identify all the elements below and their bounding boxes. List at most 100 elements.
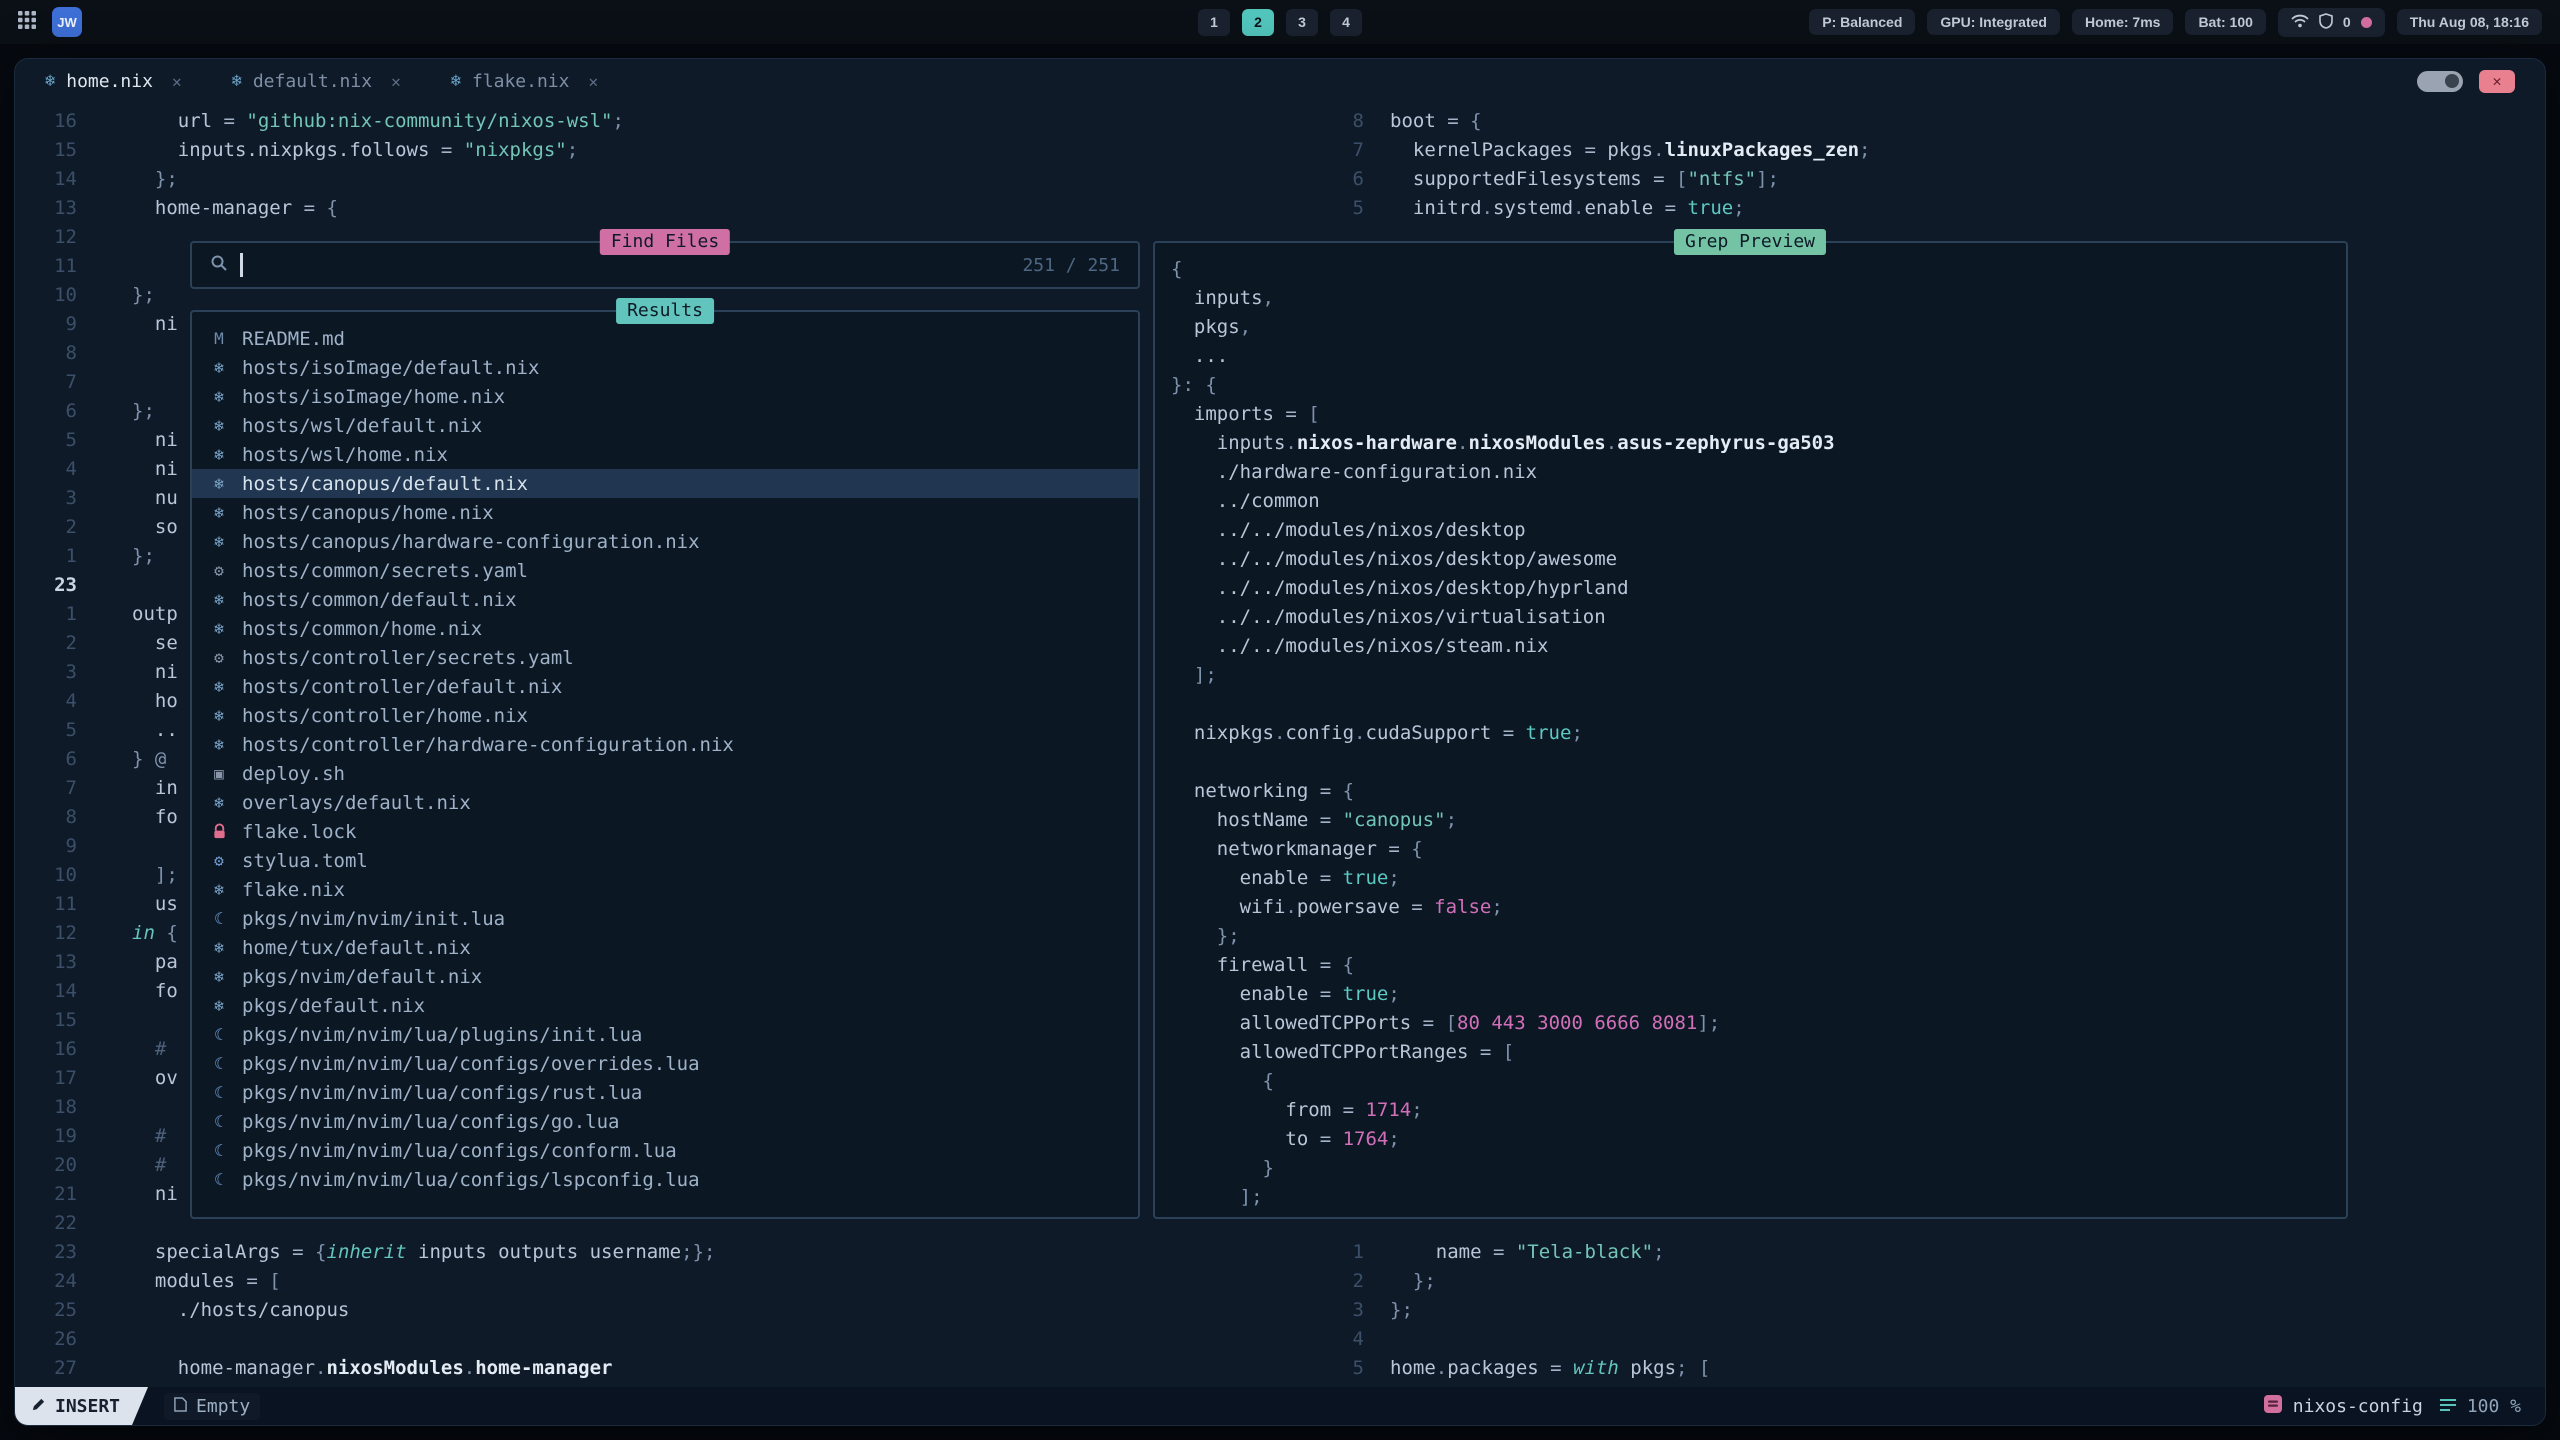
workspace-button-3[interactable]: 3 — [1286, 9, 1318, 36]
result-item[interactable]: ☾pkgs/nvim/nvim/lua/configs/go.lua — [192, 1107, 1138, 1136]
shell-icon: ▣ — [207, 766, 231, 782]
code-text: supportedFilesystems = ["ntfs"]; — [1390, 165, 1779, 194]
code-line: inputs, — [1171, 284, 2346, 313]
results-title: Results — [616, 298, 714, 324]
result-item[interactable]: ❄hosts/isoImage/home.nix — [192, 382, 1138, 411]
result-item[interactable]: ☾pkgs/nvim/nvim/lua/configs/overrides.lu… — [192, 1049, 1138, 1078]
close-tab-icon[interactable]: ✕ — [391, 72, 401, 91]
line-number: 7 — [15, 368, 77, 397]
line-number: 21 — [15, 1180, 77, 1209]
tab-flake.nix[interactable]: ❄flake.nix✕ — [451, 71, 598, 92]
code-text: modules = [ — [132, 1267, 281, 1296]
close-tab-icon[interactable]: ✕ — [589, 72, 599, 91]
result-label: hosts/isoImage/default.nix — [242, 357, 539, 379]
project-indicator: nixos-config — [2263, 1394, 2423, 1419]
workspace-button-2[interactable]: 2 — [1242, 9, 1274, 36]
workspace-button-4[interactable]: 4 — [1330, 9, 1362, 36]
shield-count: 0 — [2343, 14, 2351, 30]
result-item[interactable]: ❄overlays/default.nix — [192, 788, 1138, 817]
result-item[interactable]: ❄pkgs/nvim/default.nix — [192, 962, 1138, 991]
code-text: home-manager = { — [132, 194, 338, 223]
code-text: allowedTCPPorts = [80 443 3000 6666 8081… — [1171, 1009, 1720, 1038]
code-text: fo — [132, 977, 178, 1006]
code-text: ../../modules/nixos/desktop/hyprland — [1171, 574, 1629, 603]
code-line: 1 name = "Tela-black"; — [1330, 1238, 2545, 1267]
line-number: 22 — [15, 1209, 77, 1238]
result-item[interactable]: ⚙hosts/common/secrets.yaml — [192, 556, 1138, 585]
logo-badge[interactable]: JW — [52, 7, 82, 37]
code-text: nu — [132, 484, 178, 513]
result-item[interactable]: ❄hosts/controller/hardware-configuration… — [192, 730, 1138, 759]
result-label: overlays/default.nix — [242, 792, 471, 814]
tab-home.nix[interactable]: ❄home.nix✕ — [45, 71, 182, 92]
code-line: 5home.packages = with pkgs; [ — [1330, 1354, 2545, 1383]
tab-default.nix[interactable]: ❄default.nix✕ — [232, 71, 401, 92]
find-files-results[interactable]: MREADME.md❄hosts/isoImage/default.nix❄ho… — [190, 310, 1140, 1219]
status-chip-1: GPU: Integrated — [1927, 9, 2060, 35]
code-line: 7 kernelPackages = pkgs.linuxPackages_ze… — [1330, 136, 2545, 165]
workspace-button-1[interactable]: 1 — [1198, 9, 1230, 36]
code-line: ../../modules/nixos/steam.nix — [1171, 632, 2346, 661]
grep-preview-pane: { inputs, pkgs, ...}: { imports = [ inpu… — [1153, 241, 2348, 1219]
editor-pane-right-bottom[interactable]: 1 name = "Tela-black";2 };3};45home.pack… — [1330, 1238, 2545, 1383]
line-number: 19 — [15, 1122, 77, 1151]
result-item[interactable]: ❄flake.nix — [192, 875, 1138, 904]
mode-label: INSERT — [55, 1396, 120, 1417]
result-item[interactable]: ❄pkgs/default.nix — [192, 991, 1138, 1020]
result-item[interactable]: ❄hosts/canopus/home.nix — [192, 498, 1138, 527]
code-text: in — [132, 774, 178, 803]
result-item[interactable]: ❄hosts/controller/home.nix — [192, 701, 1138, 730]
code-line: 24 modules = [ — [15, 1267, 1330, 1296]
close-tab-icon[interactable]: ✕ — [172, 72, 182, 91]
app-launcher-icon[interactable] — [18, 11, 36, 33]
code-line: ./hardware-configuration.nix — [1171, 458, 2346, 487]
result-item[interactable]: ☾pkgs/nvim/nvim/lua/plugins/init.lua — [192, 1020, 1138, 1049]
status-chip-2: Home: 7ms — [2072, 9, 2173, 35]
pencil-icon — [31, 1396, 46, 1417]
nix-icon: ❄ — [207, 708, 231, 724]
code-text: networking = { — [1171, 777, 1354, 806]
result-label: deploy.sh — [242, 763, 345, 785]
result-item[interactable]: ❄hosts/common/home.nix — [192, 614, 1138, 643]
result-label: hosts/common/default.nix — [242, 589, 517, 611]
line-number: 4 — [15, 687, 77, 716]
window-toggle-button[interactable] — [2417, 71, 2463, 92]
result-label: hosts/common/home.nix — [242, 618, 482, 640]
result-count: 251 / 251 — [1022, 255, 1120, 276]
result-item[interactable]: ❄hosts/common/default.nix — [192, 585, 1138, 614]
toml-icon: ⚙ — [207, 853, 231, 869]
editor-pane-right-top[interactable]: 8boot = {7 kernelPackages = pkgs.linuxPa… — [1330, 103, 2545, 223]
line-number: 12 — [15, 919, 77, 948]
result-item[interactable]: ☾pkgs/nvim/nvim/lua/configs/rust.lua — [192, 1078, 1138, 1107]
code-line: wifi.powersave = false; — [1171, 893, 2346, 922]
code-text: ]; — [1171, 661, 1217, 690]
lua-icon: ☾ — [207, 1056, 231, 1072]
code-text: ni — [132, 1180, 178, 1209]
terminal-window: ❄home.nix✕❄default.nix✕❄flake.nix✕ ✕ 16 … — [14, 58, 2546, 1426]
window-close-button[interactable]: ✕ — [2479, 70, 2515, 93]
result-item[interactable]: ☾pkgs/nvim/nvim/lua/configs/lspconfig.lu… — [192, 1165, 1138, 1194]
result-item[interactable]: ▣ deploy.sh — [192, 759, 1138, 788]
code-line: pkgs, — [1171, 313, 2346, 342]
result-item[interactable]: ❄hosts/wsl/home.nix — [192, 440, 1138, 469]
result-item[interactable]: ☾pkgs/nvim/nvim/lua/configs/conform.lua — [192, 1136, 1138, 1165]
result-item[interactable]: ❄home/tux/default.nix — [192, 933, 1138, 962]
result-item[interactable]: ❄hosts/wsl/default.nix — [192, 411, 1138, 440]
result-item[interactable]: ❄hosts/isoImage/default.nix — [192, 353, 1138, 382]
result-label: hosts/canopus/default.nix — [242, 473, 528, 495]
result-item[interactable]: flake.lock — [192, 817, 1138, 846]
code-line: ../../modules/nixos/virtualisation — [1171, 603, 2346, 632]
code-line: 3}; — [1330, 1296, 2545, 1325]
result-item[interactable]: ☾pkgs/nvim/nvim/init.lua — [192, 904, 1138, 933]
result-item[interactable]: ❄hosts/canopus/hardware-configuration.ni… — [192, 527, 1138, 556]
result-item[interactable]: ⚙stylua.toml — [192, 846, 1138, 875]
lua-icon: ☾ — [207, 1085, 231, 1101]
code-text: url = "github:nix-community/nixos-wsl"; — [132, 107, 624, 136]
result-item[interactable]: ❄hosts/controller/default.nix — [192, 672, 1138, 701]
result-item[interactable]: MREADME.md — [192, 324, 1138, 353]
result-label: hosts/common/secrets.yaml — [242, 560, 528, 582]
line-number: 23 — [15, 1238, 77, 1267]
result-item[interactable]: ⚙hosts/controller/secrets.yaml — [192, 643, 1138, 672]
code-line: 13 home-manager = { — [15, 194, 1330, 223]
result-item[interactable]: ❄hosts/canopus/default.nix — [192, 469, 1138, 498]
